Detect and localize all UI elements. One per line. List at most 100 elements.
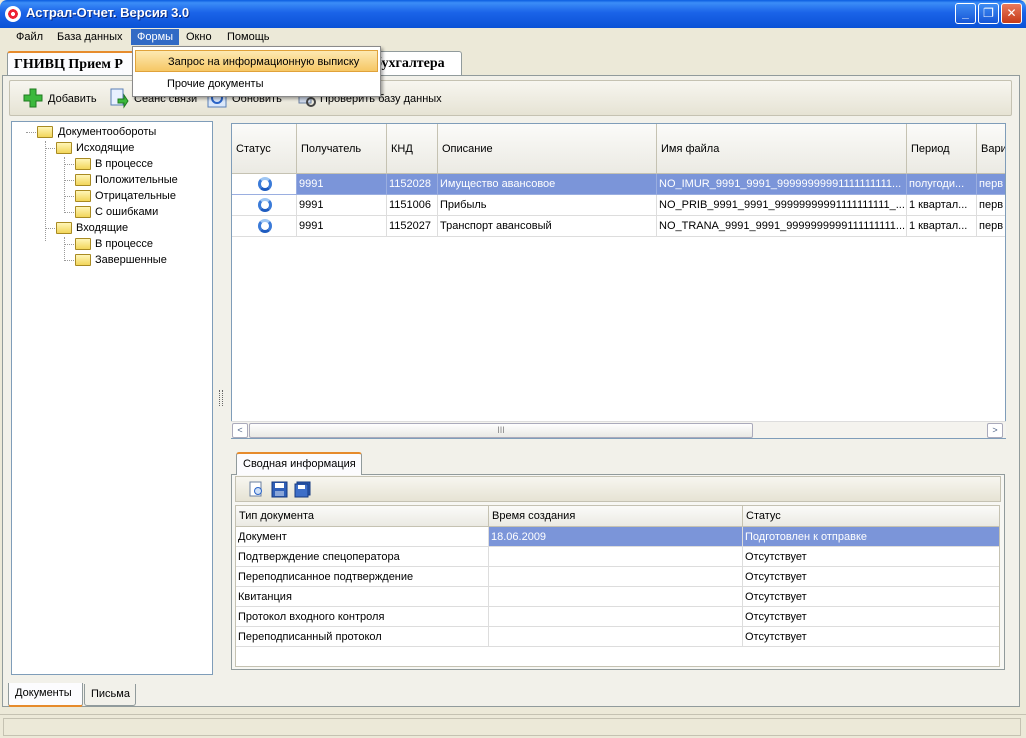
save-icon[interactable] [271,481,288,498]
tab-gnivc[interactable]: ГНИВЦ Прием Р [7,51,137,76]
title-bar[interactable]: Астрал-Отчет. Версия 3.0 _ ❐ ✕ [0,0,1026,28]
summary-grid[interactable]: Тип документа Время создания Статус Доку… [235,505,1000,667]
add-label: Добавить [48,93,97,105]
folder-icon [75,174,91,186]
column-header-variant[interactable]: Вари [977,124,1005,174]
doc-type-cell: Документ [236,527,489,547]
filename-cell: NO_PRIB_9991_9991_99999999991111111111_.… [657,195,907,216]
table-row[interactable]: 9991 1151006 Прибыль NO_PRIB_9991_9991_9… [232,195,1005,216]
column-header-summary-status[interactable]: Статус [743,506,999,527]
description-cell: Прибыль [438,195,657,216]
splitter-handle[interactable] [219,390,223,406]
tree-node-label: Отрицательные [95,190,176,202]
tree-node-label: Положительные [95,174,178,186]
description-cell: Имущество авансовое [438,174,657,195]
variant-cell: перв [977,174,1005,195]
tab-accountant[interactable]: бухгалтера [370,51,462,76]
column-header-created[interactable]: Время создания [489,506,743,527]
minimize-button[interactable]: _ [955,3,976,24]
app-icon [5,6,21,22]
column-header-doc-type[interactable]: Тип документа [236,506,489,527]
scroll-right-button[interactable]: > [987,423,1003,438]
tree-node-label: В процессе [95,158,153,170]
doc-type-cell: Переподписанное подтверждение [236,567,489,587]
status-cell [232,174,297,195]
summary-row[interactable]: Подтверждение спецоператора Отсутствует [236,547,999,567]
view-document-icon[interactable] [248,481,265,498]
summary-row[interactable]: Квитанция Отсутствует [236,587,999,607]
tree-node-label: Исходящие [76,142,135,154]
document-tree[interactable]: Документообороты Исходящие В процессе По… [11,121,213,675]
table-row[interactable]: 9991 1152028 Имущество авансовое NO_IMUR… [232,174,1005,195]
menu-database[interactable]: База данных [51,29,129,45]
folder-icon [75,254,91,266]
created-cell: 18.06.2009 [489,527,743,547]
folder-icon [75,158,91,170]
menu-help[interactable]: Помощь [221,29,276,45]
tree-node-label: Завершенные [95,254,167,266]
recipient-cell: 9991 [297,216,387,237]
created-cell [489,587,743,607]
doc-type-cell: Квитанция [236,587,489,607]
folder-icon [75,206,91,218]
add-button[interactable]: Добавить [20,81,102,115]
variant-cell: перв [977,195,1005,216]
table-row[interactable]: 9991 1152027 Транспорт авансовый NO_TRAN… [232,216,1005,237]
period-cell: 1 квартал... [907,216,977,237]
status-cell: Отсутствует [743,547,999,567]
knd-cell: 1151006 [387,195,438,216]
tree-node-label: В процессе [95,238,153,250]
created-cell [489,567,743,587]
created-cell [489,547,743,567]
summary-row[interactable]: Документ 18.06.2009 Подготовлен к отправ… [236,527,999,547]
created-cell [489,607,743,627]
tab-summary-info[interactable]: Сводная информация [236,452,362,475]
menu-item-info-request[interactable]: Запрос на информационную выписку [135,50,378,72]
column-header-filename[interactable]: Имя файла [657,124,907,174]
save-all-icon[interactable] [294,481,311,498]
maximize-button[interactable]: ❐ [978,3,999,24]
summary-toolbar [235,476,1001,502]
scroll-left-button[interactable]: < [232,423,248,438]
tree-node-label: Документообороты [58,126,157,138]
period-cell: 1 квартал... [907,195,977,216]
knd-cell: 1152028 [387,174,438,195]
status-cell: Отсутствует [743,627,999,647]
scroll-thumb[interactable]: III [249,423,753,438]
column-header-knd[interactable]: КНД [387,124,438,174]
status-cell: Подготовлен к отправке [743,527,999,547]
doc-type-cell: Подтверждение спецоператора [236,547,489,567]
menu-window[interactable]: Окно [180,29,218,45]
doc-type-cell: Переподписанный протокол [236,627,489,647]
column-header-recipient[interactable]: Получатель [297,124,387,174]
summary-row[interactable]: Переподписанный протокол Отсутствует [236,627,999,647]
grid-horizontal-scrollbar[interactable]: < III > [231,421,1006,438]
menu-file[interactable]: Файл [10,29,49,45]
status-cell: Отсутствует [743,567,999,587]
status-pane [3,718,1021,736]
created-cell [489,627,743,647]
tree-node-label: Входящие [76,222,129,234]
folder-icon [75,190,91,202]
tab-letters[interactable]: Письма [84,684,136,706]
refresh-status-icon [258,198,272,212]
column-header-period[interactable]: Период [907,124,977,174]
folder-icon [56,222,72,234]
filename-cell: NO_IMUR_9991_9991_99999999991111111111..… [657,174,907,195]
menu-item-other-documents[interactable]: Прочие документы [135,73,378,95]
column-header-description[interactable]: Описание [438,124,657,174]
plus-icon [23,88,43,108]
window-title: Астрал-Отчет. Версия 3.0 [26,5,190,20]
column-header-status[interactable]: Статус [232,124,297,174]
refresh-status-icon [258,177,272,191]
summary-row[interactable]: Протокол входного контроля Отсутствует [236,607,999,627]
period-cell: полугоди... [907,174,977,195]
status-cell [232,216,297,237]
documents-grid[interactable]: Статус Получатель КНД Описание Имя файла… [231,123,1006,439]
close-button[interactable]: ✕ [1001,3,1022,24]
tab-documents[interactable]: Документы [8,683,83,707]
summary-row[interactable]: Переподписанное подтверждение Отсутствуе… [236,567,999,587]
status-cell [232,195,297,216]
status-bar [0,714,1026,738]
menu-forms[interactable]: Формы [131,29,180,45]
